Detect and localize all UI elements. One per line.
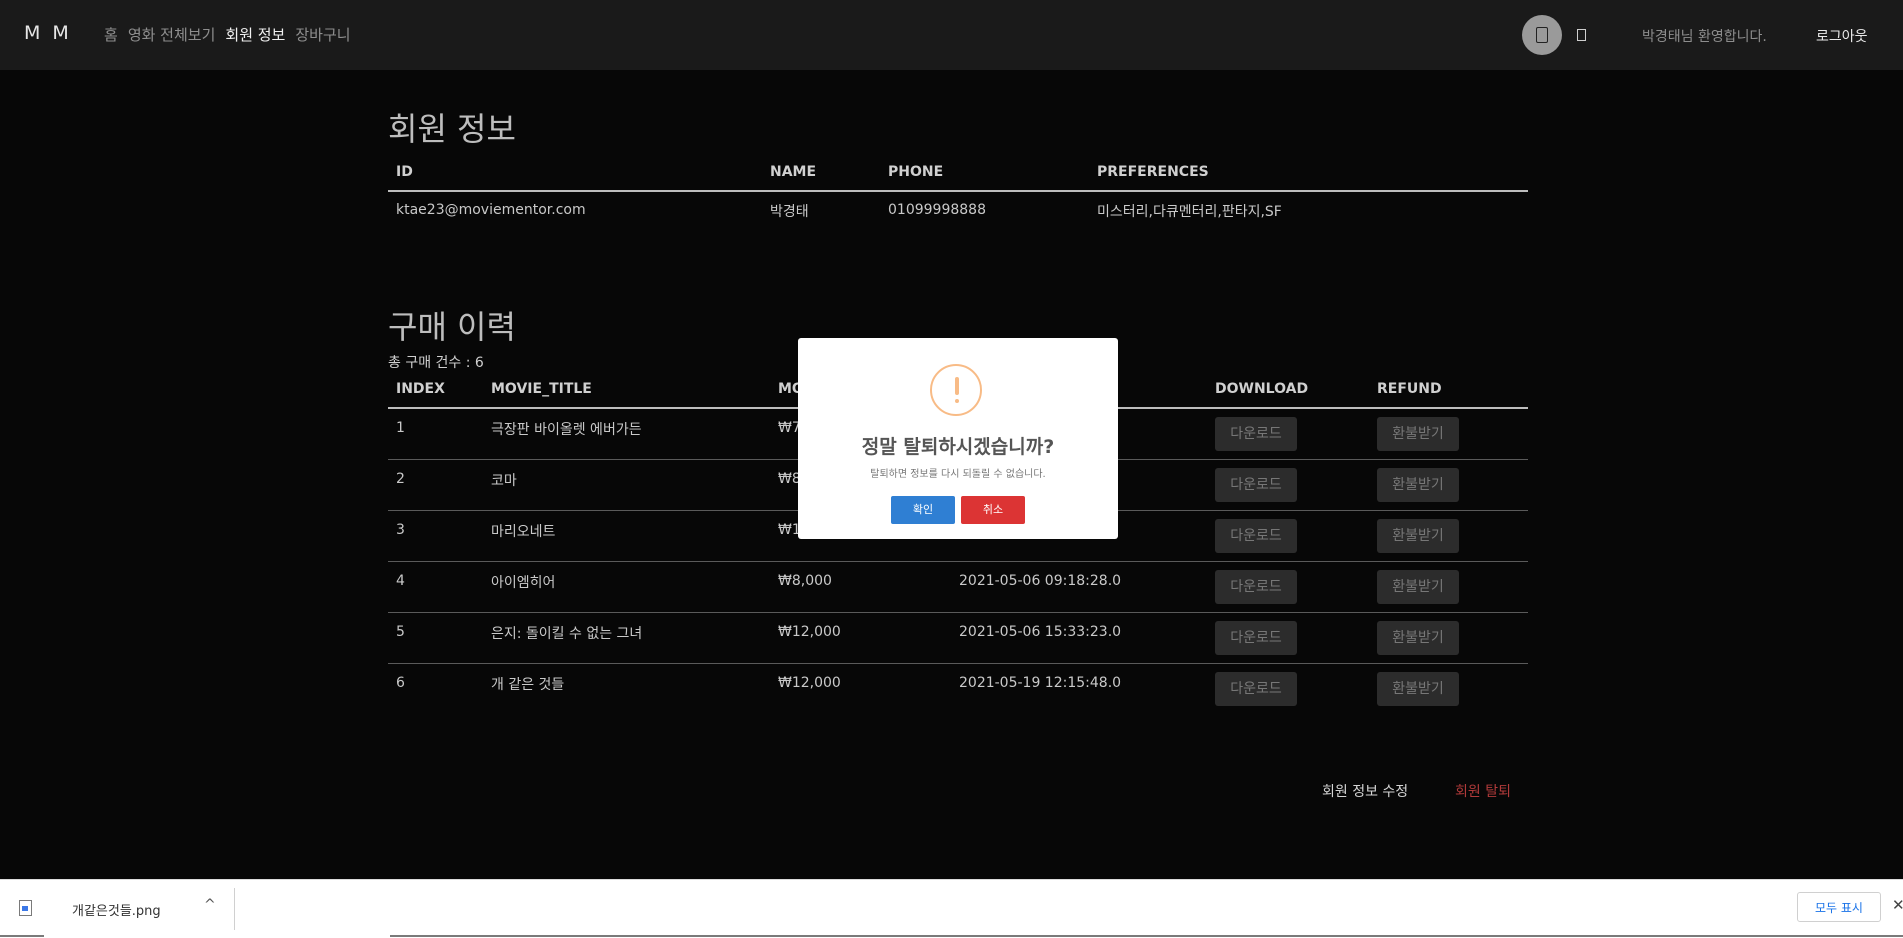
avatar[interactable] xyxy=(1522,15,1562,55)
row-date: 2021-05-06 15:33:23.0 xyxy=(959,624,1122,640)
member-name-value: 박경태 xyxy=(770,204,809,220)
purchase-header-title: MOVIE_TITLE xyxy=(491,381,592,397)
download-button[interactable]: 다운로드 xyxy=(1215,621,1297,655)
show-all-button[interactable]: 모두 표시 xyxy=(1797,892,1881,922)
row-index: 1 xyxy=(396,420,405,436)
row-movie-title: 마리오네트 xyxy=(491,524,556,540)
download-button[interactable]: 다운로드 xyxy=(1215,417,1297,451)
confirm-dialog: 정말 탈퇴하시겠습니까? 탈퇴하면 정보를 다시 되돌릴 수 없습니다. 확인 … xyxy=(798,338,1118,539)
logout-link[interactable]: 로그아웃 xyxy=(1816,26,1868,46)
row-movie-title: 은지: 돌이킬 수 없는 그녀 xyxy=(491,626,643,642)
divider xyxy=(234,888,235,930)
download-button[interactable]: 다운로드 xyxy=(1215,672,1297,706)
download-button[interactable]: 다운로드 xyxy=(1215,519,1297,553)
navbar: M M 홈 영화 전체보기 회원 정보 장바구니 박경태님 환영합니다. 로그아… xyxy=(0,0,1903,70)
close-icon[interactable]: ✕ xyxy=(1892,896,1903,914)
row-divider xyxy=(388,561,1528,562)
member-header-divider xyxy=(388,190,1528,192)
purchase-header-refund: REFUND xyxy=(1377,381,1442,397)
row-index: 4 xyxy=(396,573,405,589)
row-price: ₩12,000 xyxy=(778,675,841,691)
member-header-phone: PHONE xyxy=(888,164,944,180)
image-file-icon xyxy=(19,900,32,916)
row-date: 2021-05-06 09:18:28.0 xyxy=(959,573,1122,589)
confirm-button[interactable]: 확인 xyxy=(891,496,955,524)
refund-button[interactable]: 환불받기 xyxy=(1377,570,1459,604)
member-header-id: ID xyxy=(396,164,413,180)
nav-member-info[interactable]: 회원 정보 xyxy=(225,24,285,45)
purchase-count: 총 구매 건수 : 6 xyxy=(388,355,484,371)
download-bar: 개같은것들.png ^ 모두 표시 ✕ xyxy=(0,879,1903,938)
brand-logo[interactable]: M M xyxy=(24,22,72,44)
nav-links: 홈 영화 전체보기 회원 정보 장바구니 xyxy=(104,24,361,45)
notification-icon[interactable] xyxy=(1577,29,1586,41)
row-movie-title: 아이엠히어 xyxy=(491,575,556,591)
row-index: 2 xyxy=(396,471,405,487)
dialog-title: 정말 탈퇴하시겠습니까? xyxy=(861,436,1055,458)
nav-all-movies[interactable]: 영화 전체보기 xyxy=(128,24,216,45)
user-icon xyxy=(1536,27,1548,43)
purchase-header-download: DOWNLOAD xyxy=(1215,381,1309,397)
row-index: 6 xyxy=(396,675,405,691)
refund-button[interactable]: 환불받기 xyxy=(1377,468,1459,502)
member-info-title: 회원 정보 xyxy=(388,110,516,148)
dialog-message: 탈퇴하면 정보를 다시 되돌릴 수 없습니다. xyxy=(870,469,1046,480)
member-header-preferences: PREFERENCES xyxy=(1097,164,1209,180)
row-movie-title: 극장판 바이올렛 에버가든 xyxy=(491,422,642,438)
member-header-name: NAME xyxy=(770,164,817,180)
member-id-value: ktae23@moviementor.com xyxy=(396,202,586,218)
row-divider xyxy=(388,663,1528,664)
refund-button[interactable]: 환불받기 xyxy=(1377,621,1459,655)
download-filename[interactable]: 개같은것들.png xyxy=(72,900,161,919)
row-index: 3 xyxy=(396,522,405,538)
row-divider xyxy=(388,612,1528,613)
refund-button[interactable]: 환불받기 xyxy=(1377,672,1459,706)
row-price: ₩8,000 xyxy=(778,573,832,589)
warning-icon xyxy=(930,364,982,416)
row-price: ₩12,000 xyxy=(778,624,841,640)
refund-button[interactable]: 환불받기 xyxy=(1377,417,1459,451)
row-date: 2021-05-19 12:15:48.0 xyxy=(959,675,1122,691)
chevron-up-icon[interactable]: ^ xyxy=(204,897,216,913)
purchase-header-index: INDEX xyxy=(396,381,445,397)
refund-button[interactable]: 환불받기 xyxy=(1377,519,1459,553)
purchase-history-title: 구매 이력 xyxy=(388,308,516,346)
row-index: 5 xyxy=(396,624,405,640)
welcome-text: 박경태님 환영합니다. xyxy=(1642,29,1767,45)
member-phone-value: 01099998888 xyxy=(888,202,986,218)
withdraw-link[interactable]: 회원 탈퇴 xyxy=(1455,781,1511,801)
nav-cart[interactable]: 장바구니 xyxy=(295,24,350,45)
row-movie-title: 코마 xyxy=(491,473,517,489)
edit-member-link[interactable]: 회원 정보 수정 xyxy=(1322,781,1408,801)
download-button[interactable]: 다운로드 xyxy=(1215,570,1297,604)
cancel-button[interactable]: 취소 xyxy=(961,496,1025,524)
download-button[interactable]: 다운로드 xyxy=(1215,468,1297,502)
row-movie-title: 개 같은 것들 xyxy=(491,677,565,693)
member-preferences-value: 미스터리,다큐멘터리,판타지,SF xyxy=(1097,204,1282,220)
nav-home[interactable]: 홈 xyxy=(104,24,118,45)
